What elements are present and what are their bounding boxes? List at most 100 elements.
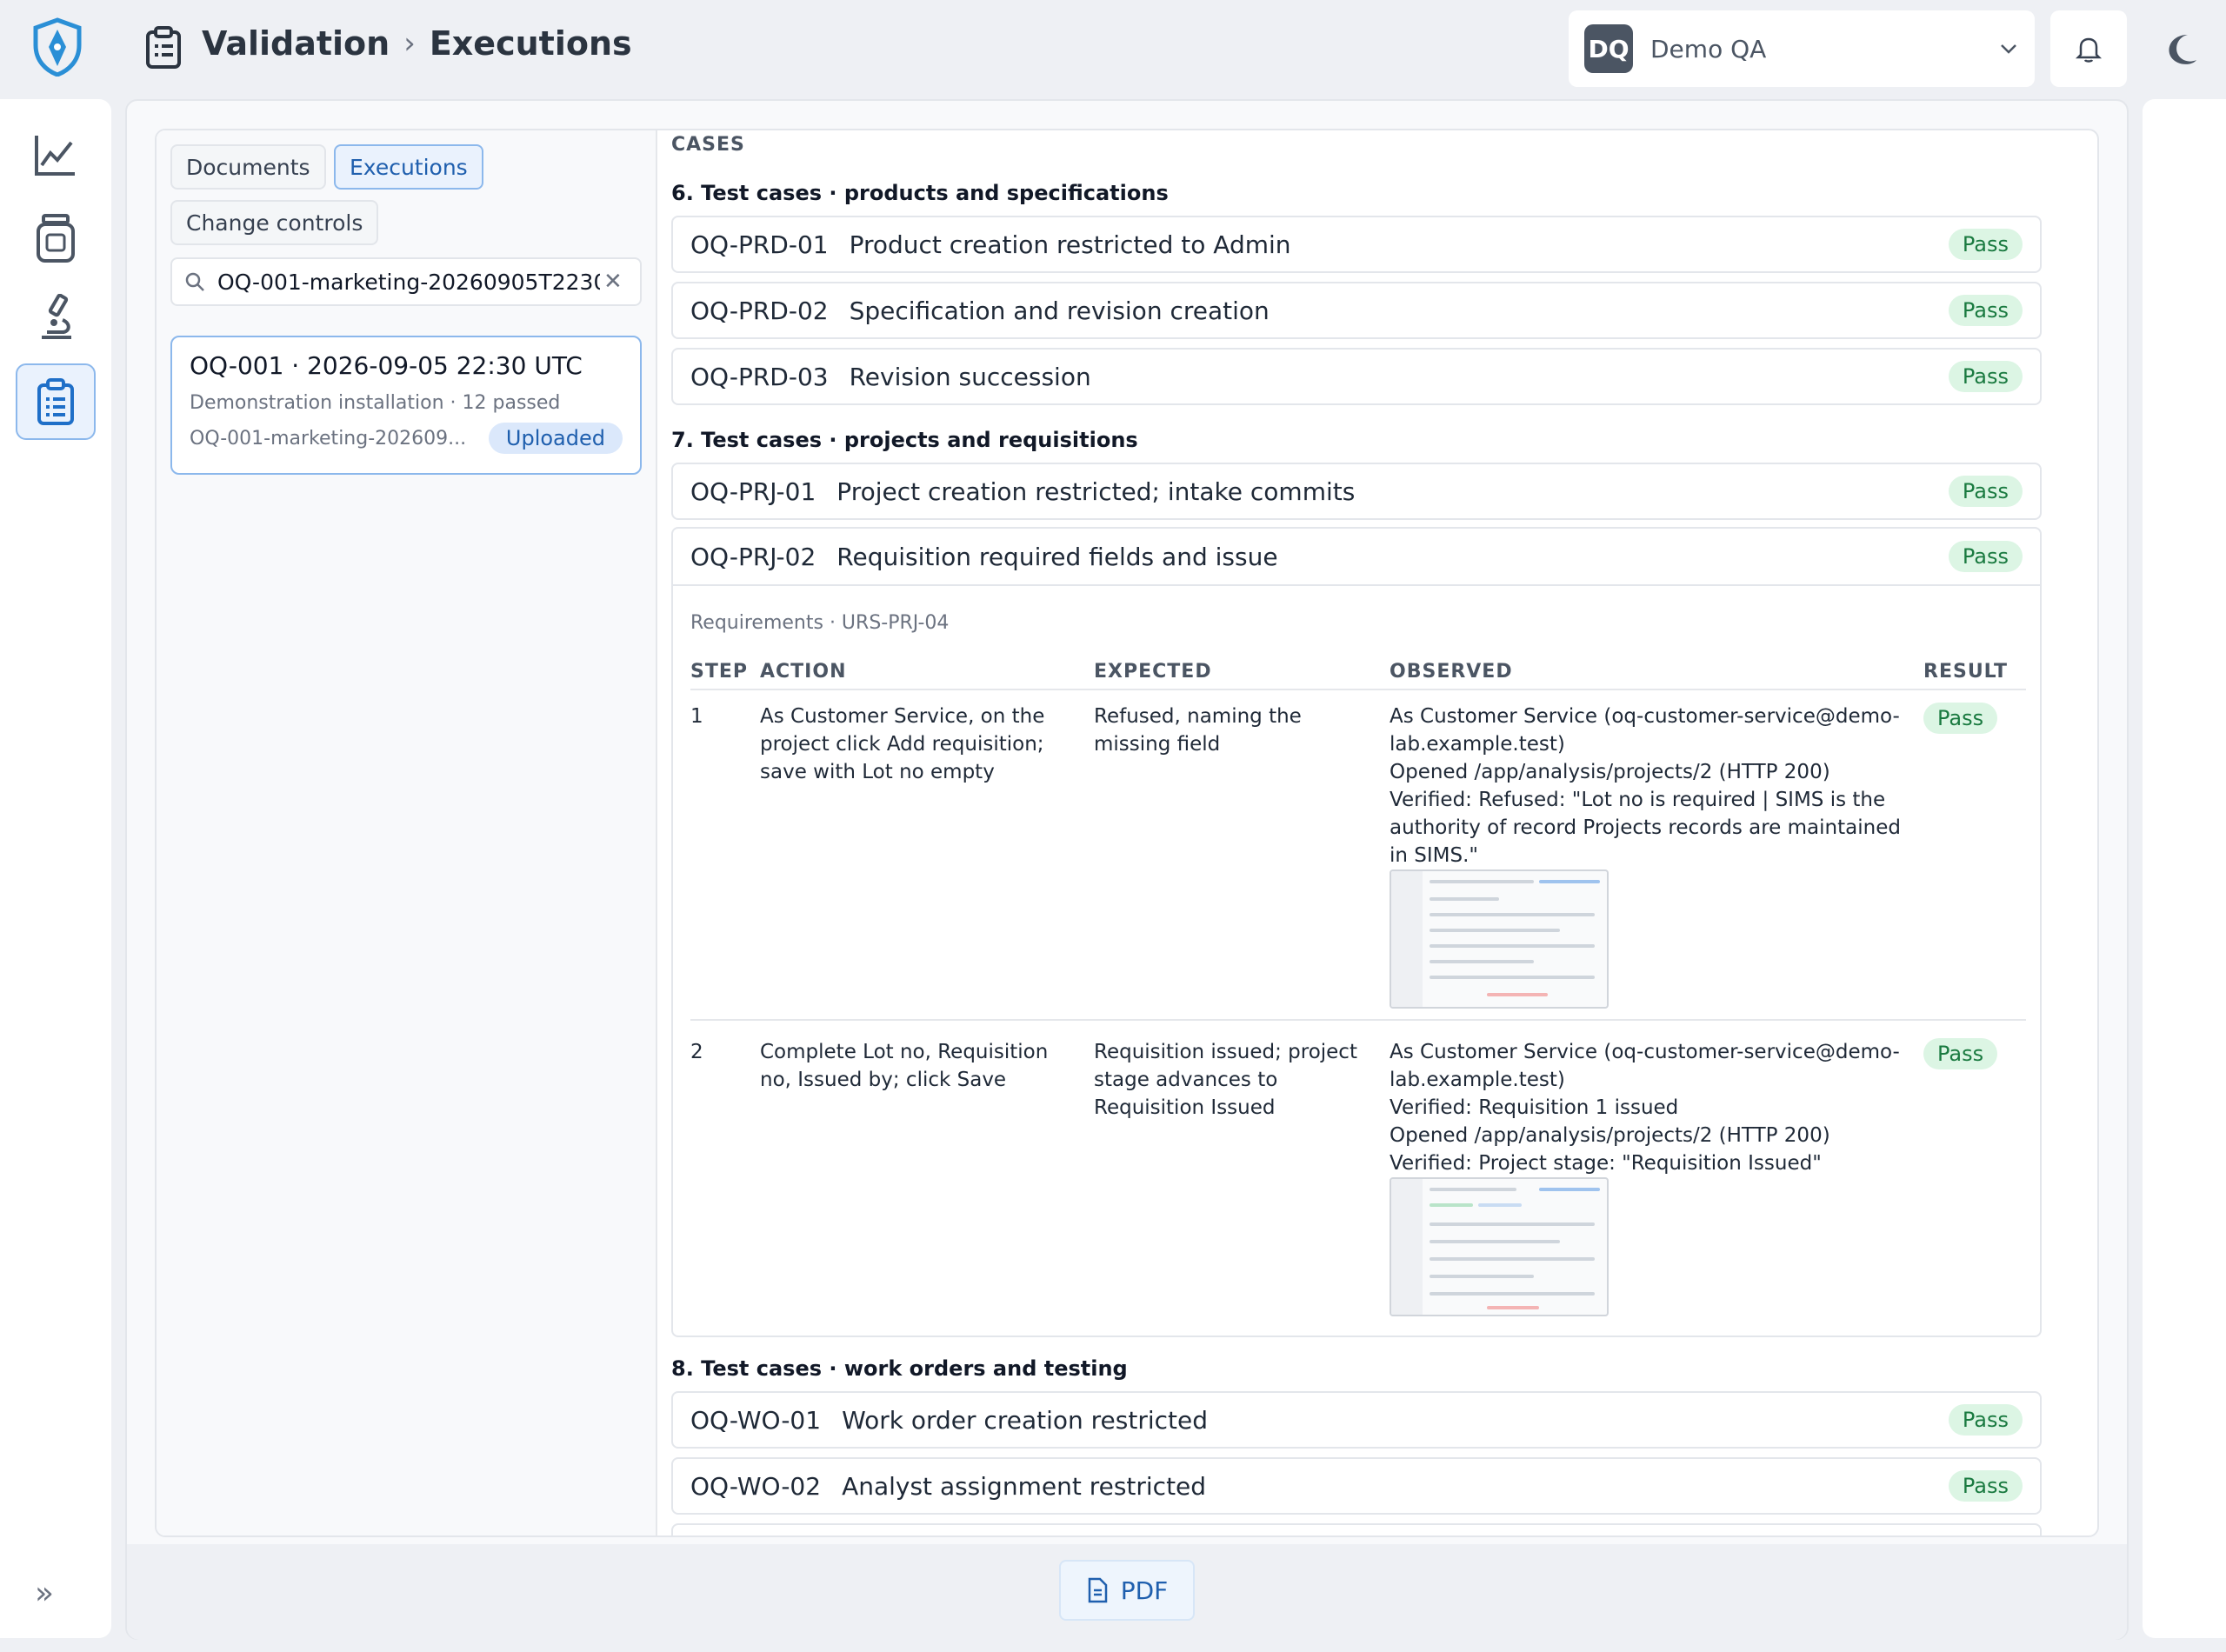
case-row[interactable]: OQ-PRD-02 Specification and revision cre…	[671, 282, 2042, 339]
observed-line: Verified: Refused: "Lot no is required |…	[1390, 789, 1901, 867]
case-name: Revision succession	[849, 362, 1091, 391]
section-title: 8. Test cases · work orders and testing	[671, 1356, 1128, 1381]
screenshot-thumbnail[interactable]	[1390, 869, 1609, 1009]
chevron-down-icon	[2001, 44, 2016, 54]
section-title: 7. Test cases · projects and requisition…	[671, 428, 1138, 452]
case-name: Specification and revision creation	[849, 296, 1270, 325]
case-id: OQ-PRJ-02	[690, 542, 816, 571]
status-badge: Uploaded	[488, 423, 623, 454]
requirements-label: Requirements · URS-PRJ-04	[690, 612, 950, 634]
observed-line: Verified: Project stage: "Requisition Is…	[1390, 1152, 1822, 1175]
step-expected: Refused, naming the missing field	[1094, 705, 1302, 756]
table-divider	[690, 689, 2026, 690]
case-row[interactable]: OQ-PRD-01 Product creation restricted to…	[671, 216, 2042, 273]
pass-badge: Pass	[1948, 1470, 2023, 1502]
case-name: Product creation restricted to Admin	[849, 230, 1291, 259]
pass-badge: Pass	[1948, 541, 2023, 572]
search-icon	[185, 272, 204, 291]
case-row-partial[interactable]	[671, 1523, 2042, 1535]
bell-icon	[2075, 37, 2103, 63]
case-name: Requisition required fields and issue	[836, 542, 1278, 571]
clipboard-list-icon	[37, 378, 74, 425]
close-icon[interactable]: ✕	[603, 269, 623, 295]
executions-panel: Documents Executions Change controls ✕ O…	[155, 129, 2099, 1537]
nav-analytics-button[interactable]	[16, 117, 96, 193]
pass-badge: Pass	[1923, 703, 1998, 734]
chart-line-icon	[35, 136, 75, 176]
execution-card[interactable]: OQ-001 · 2026-09-05 22:30 UTC Demonstrat…	[170, 336, 642, 475]
account-name: Demo QA	[1650, 34, 1767, 63]
account-selector[interactable]: DQ Demo QA	[1569, 10, 2035, 87]
case-id: OQ-PRD-03	[690, 362, 829, 391]
step-expected: Requisition issued; project stage advanc…	[1094, 1041, 1357, 1119]
execution-subtitle: Demonstration installation · 12 passed	[190, 392, 561, 414]
double-chevron-right-icon[interactable]: »	[35, 1575, 54, 1611]
main-card: Documents Executions Change controls ✕ O…	[125, 99, 2129, 1640]
shield-logo-icon[interactable]	[31, 17, 83, 77]
step-action: Complete Lot no, Requisition no, Issued …	[760, 1041, 1049, 1091]
nav-products-button[interactable]	[16, 200, 96, 276]
nav-validation-button[interactable]	[16, 363, 96, 440]
tab-documents[interactable]: Documents	[170, 144, 326, 190]
observed-line: Opened /app/analysis/projects/2 (HTTP 20…	[1390, 761, 1830, 783]
breadcrumb-separator: ›	[403, 26, 416, 61]
column-action: ACTION	[760, 661, 847, 683]
tab-executions[interactable]: Executions	[334, 144, 483, 190]
footer-bar: PDF	[127, 1544, 2127, 1640]
case-id: OQ-WO-02	[690, 1471, 822, 1501]
case-id: OQ-PRD-02	[690, 296, 829, 325]
section-title: 6. Test cases · products and specificati…	[671, 181, 1169, 205]
avatar: DQ	[1584, 24, 1633, 73]
execution-list-pane: Documents Executions Change controls ✕ O…	[157, 130, 657, 1535]
case-row[interactable]: OQ-WO-01 Work order creation restricted …	[671, 1391, 2042, 1449]
column-result: RESULT	[1923, 661, 2009, 683]
breadcrumb: Validation › Executions	[202, 24, 632, 63]
execution-file: OQ-001-marketing-202609...	[190, 427, 467, 450]
jar-icon	[37, 214, 75, 263]
observed-line: As Customer Service (oq-customer-service…	[1390, 705, 1900, 756]
case-row[interactable]: OQ-WO-02 Analyst assignment restricted P…	[671, 1457, 2042, 1515]
pass-badge: Pass	[1948, 295, 2023, 326]
microscope-icon	[42, 294, 71, 339]
nav-testing-button[interactable]	[16, 280, 96, 356]
observed-line: Verified: Requisition 1 issued	[1390, 1096, 1679, 1119]
case-id: OQ-PRD-01	[690, 230, 829, 259]
top-bar: Validation › Executions DQ Demo QA	[0, 0, 2226, 97]
case-row[interactable]: OQ-PRD-03 Revision succession Pass	[671, 348, 2042, 405]
cases-heading: CASES	[671, 134, 745, 156]
pass-badge: Pass	[1948, 1404, 2023, 1436]
pass-badge: Pass	[1948, 361, 2023, 392]
right-edge-panel	[2143, 99, 2226, 1638]
breadcrumb-validation[interactable]: Validation	[202, 24, 390, 63]
row-divider	[690, 1019, 2026, 1021]
case-row[interactable]: OQ-PRJ-01 Project creation restricted; i…	[671, 463, 2042, 520]
step-observed: As Customer Service (oq-customer-service…	[1390, 703, 1920, 869]
document-icon	[1088, 1577, 1107, 1603]
pass-badge: Pass	[1948, 229, 2023, 260]
pass-badge: Pass	[1948, 476, 2023, 507]
observed-line: Opened /app/analysis/projects/2 (HTTP 20…	[1390, 1124, 1830, 1147]
column-step: STEP	[690, 661, 749, 683]
column-expected: EXPECTED	[1094, 661, 1212, 683]
moon-icon[interactable]	[2165, 31, 2200, 66]
observed-line: As Customer Service (oq-customer-service…	[1390, 1041, 1900, 1091]
column-observed: OBSERVED	[1390, 661, 1513, 683]
notifications-button[interactable]	[2050, 10, 2127, 87]
step-number: 1	[690, 705, 703, 728]
screenshot-thumbnail[interactable]	[1390, 1177, 1609, 1316]
page-title: Executions	[429, 24, 632, 63]
search-box: ✕	[170, 257, 642, 306]
cases-pane: CASES 6. Test cases · products and speci…	[671, 130, 2089, 1535]
pdf-label: PDF	[1120, 1575, 1169, 1605]
case-id: OQ-WO-01	[690, 1405, 822, 1435]
pdf-button[interactable]: PDF	[1059, 1560, 1195, 1621]
case-name: Work order creation restricted	[842, 1405, 1208, 1435]
step-action: As Customer Service, on the project clic…	[760, 705, 1045, 783]
step-observed: As Customer Service (oq-customer-service…	[1390, 1038, 1920, 1177]
expanded-case: OQ-PRJ-02 Requisition required fields an…	[671, 527, 2042, 1337]
tab-change-controls[interactable]: Change controls	[170, 200, 379, 245]
pass-badge: Pass	[1923, 1038, 1998, 1069]
case-row[interactable]: OQ-PRJ-02 Requisition required fields an…	[673, 529, 2040, 586]
search-input[interactable]	[217, 269, 600, 295]
step-number: 2	[690, 1041, 703, 1063]
